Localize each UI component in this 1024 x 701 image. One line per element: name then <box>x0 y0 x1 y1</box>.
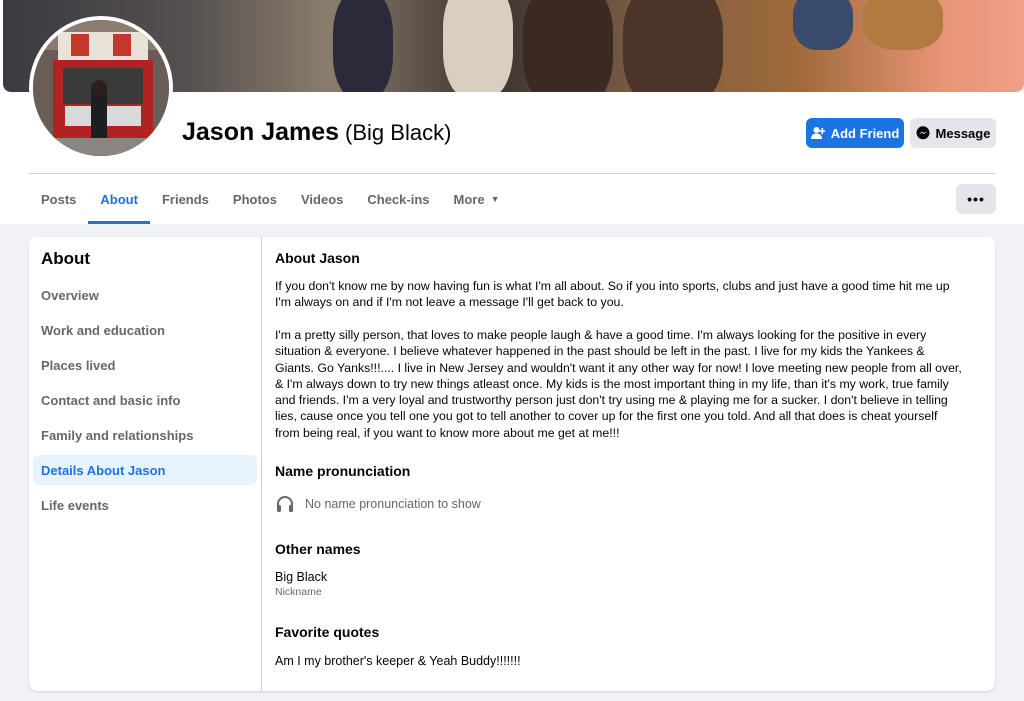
sidebar-item-label: Life events <box>41 497 109 513</box>
tab-friends-label: Friends <box>161 191 209 207</box>
add-friend-button[interactable]: Add Friend <box>806 118 904 148</box>
tab-check-ins[interactable]: Check-ins <box>355 176 441 222</box>
add-friend-label: Add Friend <box>830 125 900 141</box>
tab-about-label: About <box>100 191 138 207</box>
messenger-icon <box>916 126 930 140</box>
caret-down-icon: ▼ <box>490 194 500 204</box>
sidebar-title: About <box>41 249 91 268</box>
headphones-icon <box>277 496 293 512</box>
pronunciation-section-title: Name pronunciation <box>275 463 411 479</box>
favorite-quotes-section-title: Favorite quotes <box>275 624 380 640</box>
about-sidebar: About Overview Work and education Places… <box>29 237 262 691</box>
tab-posts-label: Posts <box>41 191 77 207</box>
tab-more-label: More <box>453 191 485 207</box>
sidebar-item-life-events[interactable]: Life events <box>33 490 257 520</box>
favorite-quote-text: Am I my brother's keeper & Yeah Buddy!!!… <box>275 654 521 668</box>
tab-photos-label: Photos <box>232 191 277 207</box>
header-divider <box>29 173 995 174</box>
tab-check-ins-label: Check-ins <box>367 191 430 207</box>
sidebar-item-family-and-relationships[interactable]: Family and relationships <box>33 420 257 450</box>
tab-more[interactable]: More ▼ <box>442 176 512 222</box>
about-card: About Overview Work and education Places… <box>29 237 995 691</box>
tab-about[interactable]: About <box>88 176 150 224</box>
sidebar-item-overview[interactable]: Overview <box>33 280 257 310</box>
sidebar-item-places-lived[interactable]: Places lived <box>33 350 257 380</box>
avatar-photo <box>33 20 169 156</box>
sidebar-item-work-and-education[interactable]: Work and education <box>33 315 257 345</box>
profile-nickname: (Big Black) <box>345 120 452 145</box>
about-section-title: About Jason <box>275 250 360 266</box>
profile-tabs: Posts About Friends Photos Videos Check-… <box>29 176 512 224</box>
message-button[interactable]: Message <box>910 118 996 148</box>
sidebar-item-label: Family and relationships <box>41 427 194 443</box>
message-label: Message <box>935 125 991 141</box>
sidebar-item-label: Places lived <box>41 357 116 373</box>
tab-videos[interactable]: Videos <box>289 176 355 222</box>
profile-name-row: Jason James (Big Black) <box>182 118 451 147</box>
pronunciation-row: No name pronunciation to show <box>275 494 481 514</box>
tab-posts[interactable]: Posts <box>29 176 88 222</box>
pronunciation-empty-text: No name pronunciation to show <box>305 497 481 511</box>
bio-paragraph-1: If you don't know me by now having fun i… <box>275 279 950 310</box>
sidebar-item-label: Details About Jason <box>41 462 166 478</box>
tab-photos[interactable]: Photos <box>221 176 289 222</box>
add-friend-icon <box>810 127 825 139</box>
avatar[interactable] <box>33 20 169 156</box>
sidebar-item-label: Contact and basic info <box>41 392 181 408</box>
tab-friends[interactable]: Friends <box>150 176 221 222</box>
other-name-value: Big Black <box>275 570 328 584</box>
sidebar-item-details-about[interactable]: Details About Jason <box>33 455 257 485</box>
more-options-button[interactable]: ••• <box>956 184 996 214</box>
bio-paragraph-2: I'm a pretty silly person, that loves to… <box>275 328 962 440</box>
profile-name: Jason James <box>182 118 340 146</box>
other-names-section-title: Other names <box>275 541 361 557</box>
more-options-icon: ••• <box>967 191 985 207</box>
other-name-type: Nickname <box>275 586 322 598</box>
tab-videos-label: Videos <box>300 191 344 207</box>
sidebar-item-label: Work and education <box>41 322 165 338</box>
sidebar-item-label: Overview <box>41 287 99 303</box>
sidebar-item-contact-and-basic-info[interactable]: Contact and basic info <box>33 385 257 415</box>
